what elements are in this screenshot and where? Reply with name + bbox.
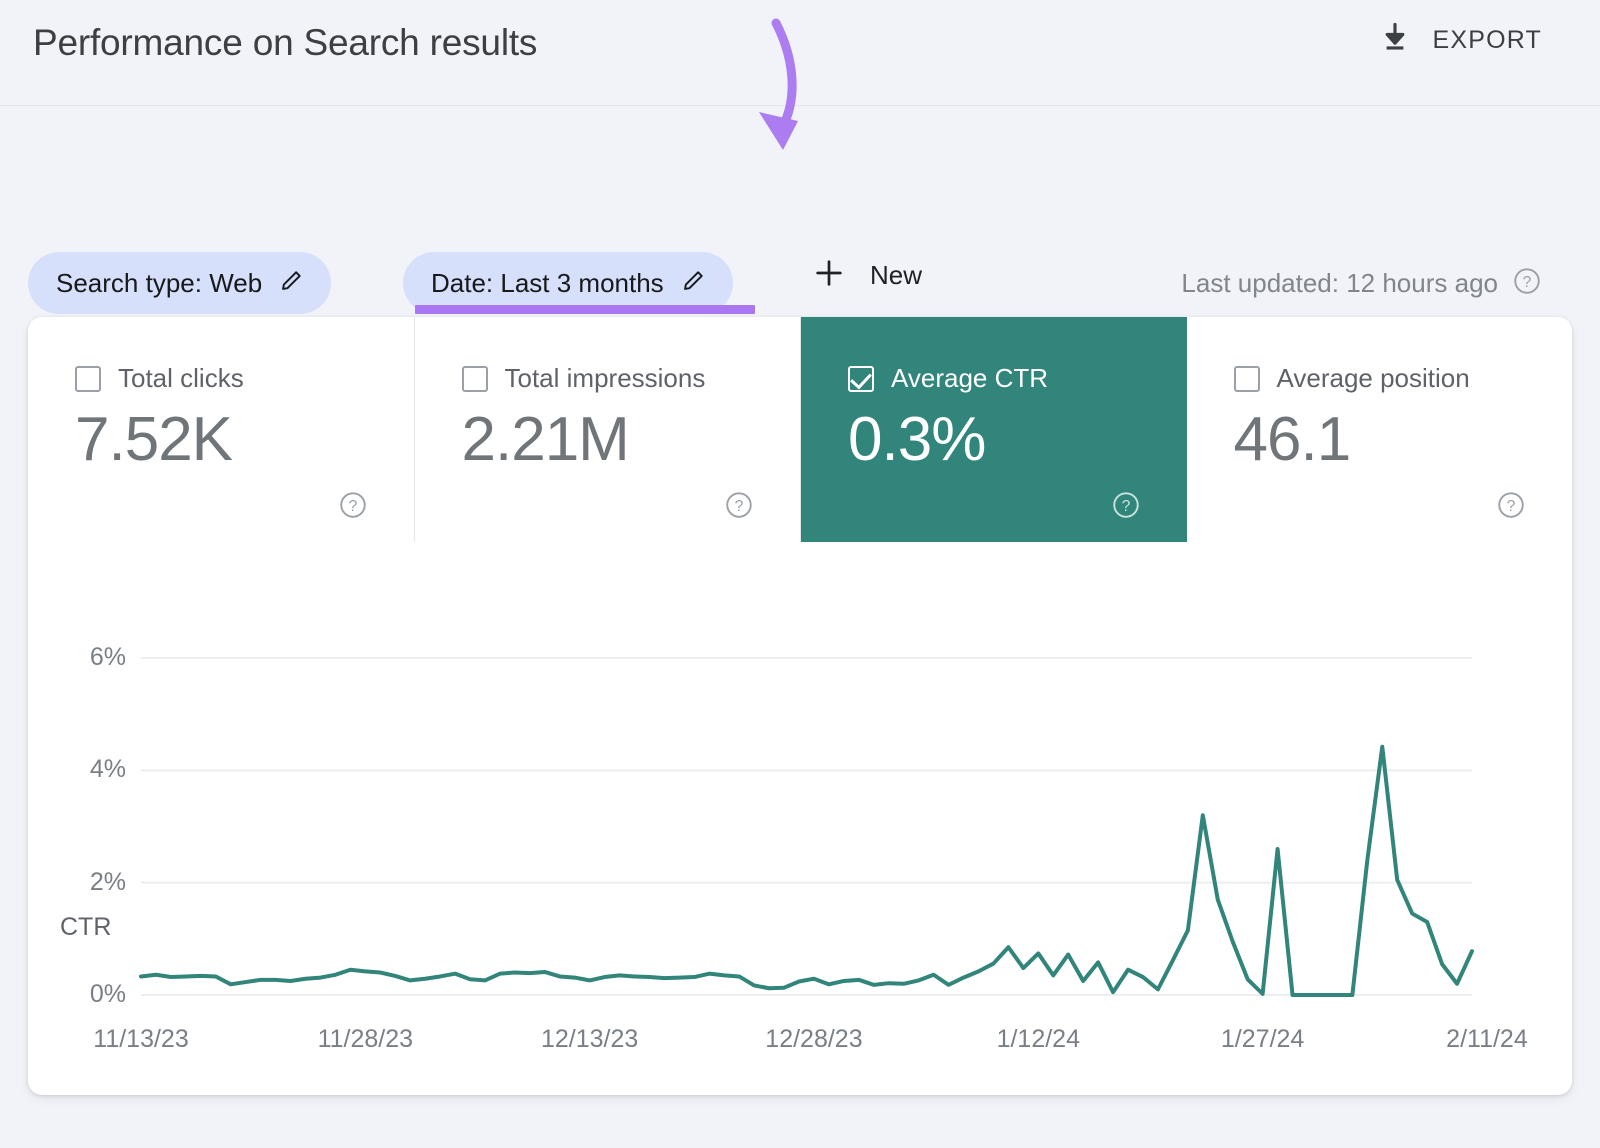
- metric-checkbox-average-position[interactable]: [1233, 365, 1260, 392]
- new-filter-label: New: [870, 260, 923, 290]
- page-header: Performance on Search results EXPORT: [0, 0, 1600, 106]
- chart-x-tick-label: 12/28/23: [765, 1025, 863, 1053]
- pencil-icon: [278, 267, 305, 299]
- filter-chip-date-label: Date: Last 3 months: [431, 267, 664, 298]
- pencil-icon: [680, 267, 707, 299]
- svg-text:?: ?: [1523, 274, 1532, 291]
- plus-icon: [812, 256, 846, 295]
- chart-x-tick-label: 1/27/24: [1220, 1025, 1305, 1053]
- help-circle-icon[interactable]: ?: [1111, 490, 1141, 520]
- chart-y-tick-label: 6%: [89, 643, 126, 671]
- chart-y-tick-label: 4%: [89, 755, 126, 784]
- metric-value-total-clicks: 7.52K: [75, 405, 233, 474]
- last-updated: Last updated: 12 hours ago ?: [1181, 266, 1542, 301]
- chart-x-tick-label: 11/28/23: [317, 1025, 414, 1053]
- export-label: EXPORT: [1432, 26, 1542, 54]
- metric-checkbox-total-clicks[interactable]: [75, 365, 101, 392]
- metric-label-average-ctr: Average CTR: [891, 363, 1049, 393]
- chart-x-tick-label: 2/11/24: [1446, 1025, 1528, 1053]
- filter-chip-search-type[interactable]: Search type: Web: [28, 252, 332, 314]
- chart-y-tick-label: 2%: [89, 867, 126, 896]
- chart-x-tick-label: 1/12/24: [996, 1025, 1080, 1053]
- svg-text:?: ?: [735, 498, 744, 515]
- help-circle-icon[interactable]: ?: [724, 490, 754, 520]
- last-updated-text: Last updated: 12 hours ago: [1181, 268, 1498, 298]
- chart-plot: [139, 657, 1474, 997]
- download-icon: [1377, 20, 1413, 61]
- metric-checkbox-total-impressions[interactable]: [461, 365, 488, 392]
- metric-tile-total-clicks[interactable]: Total clicks 7.52K ?: [28, 317, 415, 542]
- chart-y-tick-label: 0%: [89, 980, 126, 1008]
- metric-tile-total-impressions[interactable]: Total impressions 2.21M ?: [415, 317, 801, 542]
- performance-card: Total clicks 7.52K ? Total impressions 2…: [28, 317, 1572, 1095]
- help-circle-icon[interactable]: ?: [338, 490, 368, 520]
- metric-label-total-impressions: Total impressions: [504, 363, 706, 393]
- metric-label-total-clicks: Total clicks: [118, 363, 244, 393]
- new-filter-button[interactable]: New: [812, 256, 922, 295]
- page-title: Performance on Search results: [33, 22, 538, 63]
- help-circle-icon[interactable]: ?: [1496, 490, 1526, 520]
- chart-y-axis-title: CTR: [60, 913, 112, 941]
- help-circle-icon[interactable]: ?: [1512, 266, 1542, 301]
- chart-x-tick-label: 12/13/23: [540, 1025, 639, 1053]
- metric-label-average-position: Average position: [1276, 363, 1470, 393]
- chart-series-average-ctr: [139, 744, 1474, 997]
- svg-text:?: ?: [1507, 498, 1516, 515]
- metric-checkbox-average-ctr[interactable]: [848, 365, 874, 392]
- metric-tile-average-position[interactable]: Average position 46.1 ?: [1187, 317, 1573, 542]
- metric-tiles: Total clicks 7.52K ? Total impressions 2…: [28, 317, 1572, 542]
- ctr-line-chart: CTR 0% 2% 4% 6% 11/13/23 11/28/23 12/13/23 12/…: [28, 542, 1572, 1095]
- filter-bar: Search type: Web Date: Last 3 months New…: [0, 106, 1600, 314]
- annotation-underline: [415, 305, 755, 314]
- svg-text:?: ?: [1121, 498, 1130, 515]
- svg-text:?: ?: [348, 498, 357, 515]
- metric-tile-average-ctr[interactable]: Average CTR 0.3% ?: [801, 317, 1187, 542]
- metric-value-average-ctr: 0.3%: [848, 405, 986, 474]
- filter-chip-search-type-label: Search type: Web: [56, 267, 263, 298]
- metric-value-average-position: 46.1: [1233, 405, 1352, 474]
- metric-value-total-impressions: 2.21M: [461, 405, 630, 474]
- chart-x-tick-label: 11/13/23: [93, 1025, 189, 1053]
- export-button[interactable]: EXPORT: [1377, 20, 1542, 61]
- performance-page: Performance on Search results EXPORT Sea…: [0, 0, 1600, 1148]
